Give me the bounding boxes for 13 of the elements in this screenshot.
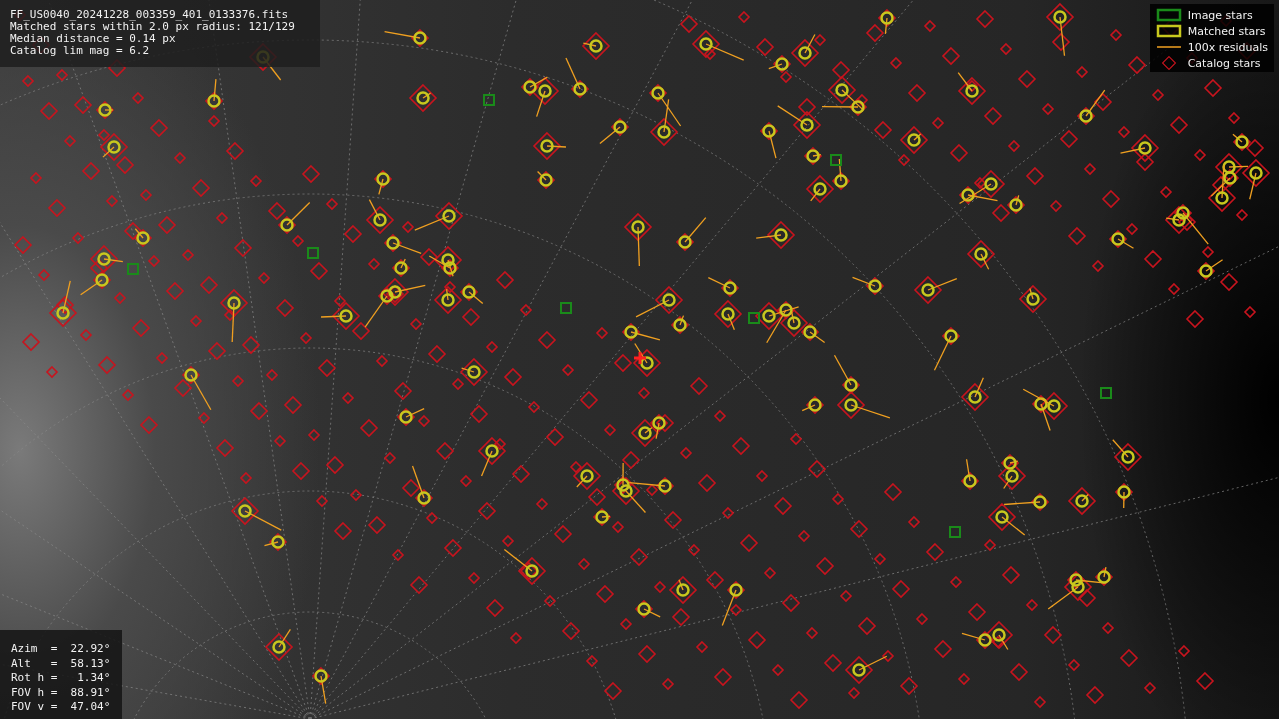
legend-label: Matched stars bbox=[1187, 24, 1266, 38]
legend-label: 100x residuals bbox=[1187, 40, 1268, 54]
pointing-text: Alt = 58.13° bbox=[11, 656, 111, 671]
pointing-text: FOV h = 88.91° bbox=[11, 685, 111, 700]
info-text: FF_US0040_20241228_003359_401_0133376.fits bbox=[10, 9, 290, 21]
pointing-text: Azim = 22.92° bbox=[11, 642, 111, 657]
pointing-text: FOV v = 47.04° bbox=[11, 700, 111, 715]
legend-label: Catalog stars bbox=[1187, 56, 1261, 70]
info-text: Matched stars within 2.0 px radius: 121/129 bbox=[10, 21, 296, 33]
info-text: Median distance = 0.14 px bbox=[10, 33, 177, 45]
pointing-text: Rot h = 1.34° bbox=[11, 671, 111, 686]
legend-label: Image stars bbox=[1187, 8, 1253, 22]
info-text: Catalog lim mag = 6.2 bbox=[10, 45, 151, 57]
